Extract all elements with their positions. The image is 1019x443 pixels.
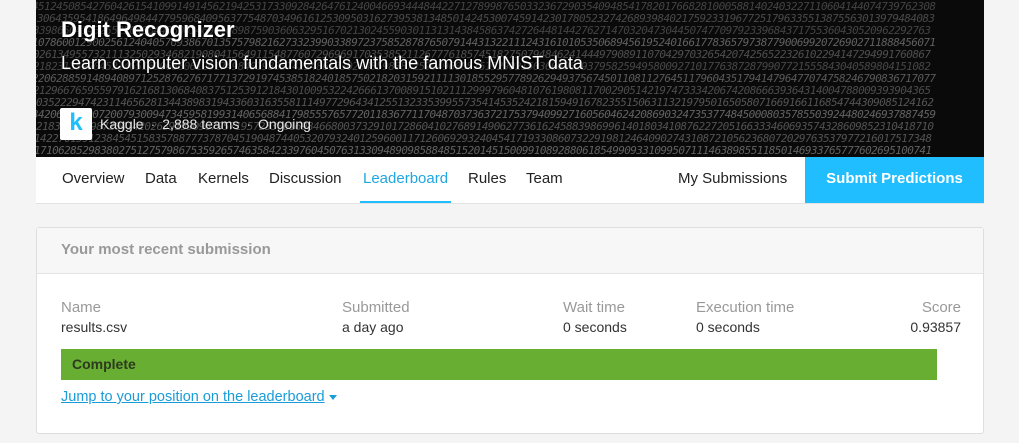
tab-team[interactable]: Team	[526, 157, 563, 201]
team-count[interactable]: 2,888 teams	[162, 116, 239, 132]
submitted-label: Submitted	[342, 299, 410, 316]
wait-time-value: 0 seconds	[563, 319, 627, 335]
tab-kernels[interactable]: Kernels	[198, 157, 249, 201]
name-column: Name results.csv	[61, 299, 127, 335]
competition-meta: k Kaggle · 2,888 teams · Ongoing	[60, 108, 311, 140]
jump-link-label[interactable]: Jump to your position on the leaderboard	[61, 389, 325, 405]
tab-overview[interactable]: Overview	[62, 157, 125, 201]
submit-predictions-button[interactable]: Submit Predictions	[805, 157, 984, 203]
submitted-column: Submitted a day ago	[342, 299, 410, 335]
tab-leaderboard[interactable]: Leaderboard	[360, 157, 452, 203]
tab-data[interactable]: Data	[145, 157, 177, 201]
submission-file-name: results.csv	[61, 319, 128, 335]
kaggle-logo-letter: k	[69, 109, 83, 136]
kaggle-logo-icon[interactable]: k	[60, 108, 92, 140]
recent-submission-card: Your most recent submission Name results…	[36, 227, 984, 434]
name-label: Name	[61, 299, 102, 316]
competition-nav: Overview Data Kernels Discussion Leaderb…	[36, 157, 984, 204]
jump-to-leaderboard-link[interactable]: Jump to your position on the leaderboard	[61, 389, 337, 405]
host-name[interactable]: Kaggle	[100, 116, 144, 132]
wait-time-label: Wait time	[563, 299, 625, 316]
competition-banner: 4512450854276042615410991491456219425317…	[36, 0, 984, 157]
execution-time-value: 0 seconds	[696, 319, 760, 335]
wait-time-column: Wait time 0 seconds	[563, 299, 627, 335]
competition-title: Digit Recognizer	[61, 17, 235, 42]
status-complete-label: Complete	[72, 356, 136, 372]
competition-status: Ongoing	[258, 116, 311, 132]
digit-texture-row: 5171062852983802751275798675359265746358…	[36, 144, 931, 157]
meta-separator: ·	[246, 116, 251, 132]
execution-time-label: Execution time	[696, 299, 795, 316]
execution-time-column: Execution time 0 seconds	[696, 299, 794, 335]
tab-rules[interactable]: Rules	[468, 157, 506, 201]
recent-submission-heading: Your most recent submission	[37, 228, 983, 274]
score-label: Score	[921, 299, 961, 316]
score-column: Score 0.93857	[910, 299, 961, 335]
meta-separator: ·	[150, 116, 156, 132]
tab-discussion[interactable]: Discussion	[269, 157, 342, 201]
score-value: 0.93857	[910, 319, 961, 335]
submitted-value: a day ago	[342, 319, 404, 335]
competition-subtitle: Learn computer vision fundamentals with …	[61, 53, 583, 73]
submission-status-bar: Complete	[61, 349, 937, 380]
caret-down-icon[interactable]	[328, 394, 337, 400]
my-submissions-link[interactable]: My Submissions	[678, 157, 787, 201]
